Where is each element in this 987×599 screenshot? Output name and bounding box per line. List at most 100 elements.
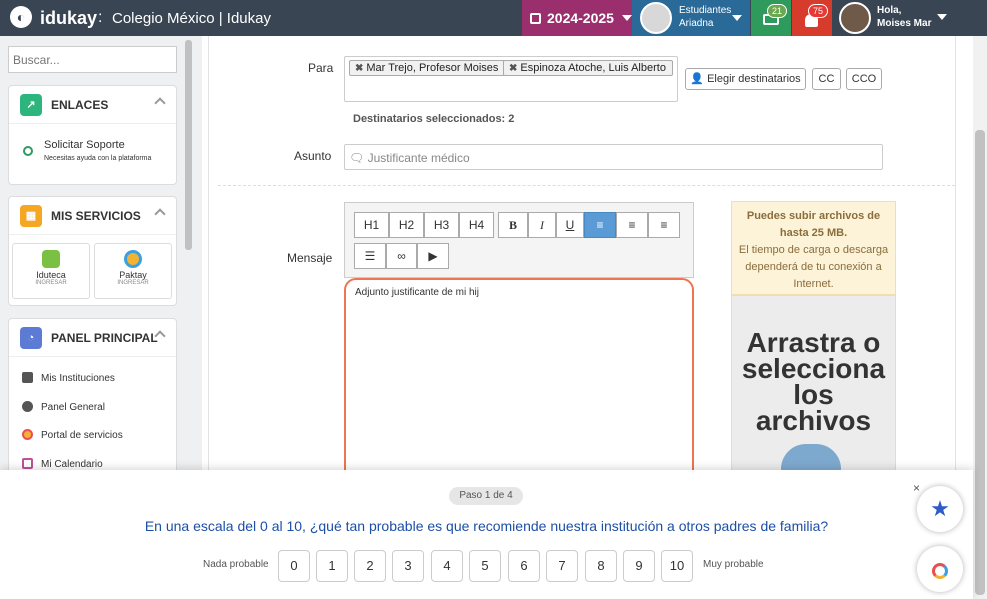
lifebuoy-icon	[23, 146, 33, 156]
sidebar-item-calendario[interactable]: Mi Calendario	[22, 458, 103, 470]
chevron-up-icon[interactable]	[154, 97, 166, 109]
star-icon: ★	[930, 496, 950, 521]
student-name: Ariadna	[679, 18, 714, 29]
panel-principal-header[interactable]: ◔ PANEL PRINCIPAL	[9, 319, 176, 357]
high-label: Muy probable	[703, 559, 764, 570]
calendar-icon	[22, 458, 33, 469]
sidebar-item-label: Mis Instituciones	[41, 373, 115, 384]
score-2[interactable]: 2	[354, 550, 386, 582]
chevron-down-icon	[937, 14, 947, 20]
survey-step: Paso 1 de 4	[449, 487, 523, 505]
score-5[interactable]: 5	[469, 550, 501, 582]
align-left-icon[interactable]: ≡	[584, 212, 616, 238]
sidebar-item-label: Mi Calendario	[41, 459, 103, 470]
enlaces-title: ENLACES	[51, 98, 109, 112]
paktay-icon	[124, 250, 142, 268]
bold-button[interactable]: B	[498, 212, 528, 238]
list-icon[interactable]: ☰	[354, 243, 386, 269]
calendar-icon	[530, 13, 541, 24]
student-selector[interactable]: Estudiantes Ariadna	[632, 0, 750, 36]
remove-icon[interactable]: ✖	[355, 63, 363, 74]
h3-button[interactable]: H3	[424, 212, 459, 238]
italic-button[interactable]: I	[528, 212, 556, 238]
support-link[interactable]: Solicitar Soporte	[44, 139, 125, 151]
page-scrollbar[interactable]	[973, 36, 987, 599]
close-icon[interactable]: ×	[913, 481, 920, 495]
choose-recipients-label: Elegir destinatarios	[707, 73, 801, 85]
choose-recipients-button[interactable]: 👤 Elegir destinatarios	[685, 68, 806, 90]
subject-input[interactable]: 🗨 Justificante médico	[344, 144, 883, 170]
paktay-tile[interactable]: Paktay INGRESAR	[94, 243, 172, 299]
remove-icon[interactable]: ✖	[509, 63, 517, 74]
paktay-label: Paktay	[119, 270, 147, 280]
student-avatar	[640, 2, 672, 34]
video-icon[interactable]: ▶	[417, 243, 449, 269]
underline-button[interactable]: U	[556, 212, 584, 238]
school-name: Colegio México | Idukay	[112, 10, 271, 27]
user-name: Moises Mar	[877, 18, 932, 29]
score-10[interactable]: 10	[661, 550, 693, 582]
iduteca-tile[interactable]: Iduteca INGRESAR	[12, 243, 90, 299]
year-selector[interactable]: 2024-2025	[522, 0, 632, 36]
h2-button[interactable]: H2	[389, 212, 424, 238]
chevron-down-icon	[621, 15, 632, 21]
score-1[interactable]: 1	[316, 550, 348, 582]
servicios-header[interactable]: ▦ MIS SERVICIOS	[9, 197, 176, 235]
sidebar-item-instituciones[interactable]: Mis Instituciones	[22, 372, 115, 384]
brand-name: idukay	[40, 8, 98, 28]
notifications-button[interactable]: 75	[792, 0, 832, 36]
sidebar-item-panel-general[interactable]: Panel General	[22, 401, 105, 413]
institution-icon	[22, 372, 33, 383]
idukay-logo[interactable]: ◐	[10, 6, 32, 28]
enlaces-header[interactable]: ↗ ENLACES	[9, 86, 176, 124]
para-label: Para	[308, 61, 334, 75]
score-8[interactable]: 8	[585, 550, 617, 582]
user-menu[interactable]: Hola, Moises Mar	[833, 0, 955, 36]
iduteca-sub: INGRESAR	[35, 280, 67, 286]
year-label: 2024-2025	[547, 10, 614, 26]
panel-principal: ◔ PANEL PRINCIPAL	[8, 318, 177, 478]
score-9[interactable]: 9	[623, 550, 655, 582]
recipient-name: Mar Trejo, Profesor Moises	[366, 62, 499, 74]
speech-bubble-icon: 🗨	[349, 151, 365, 165]
iduteca-label: Iduteca	[36, 270, 66, 280]
h1-button[interactable]: H1	[354, 212, 389, 238]
low-label: Nada probable	[203, 559, 269, 570]
user-greeting: Hola,	[877, 5, 902, 16]
students-label: Estudiantes	[679, 5, 732, 16]
help-button[interactable]	[917, 546, 963, 592]
align-right-icon[interactable]: ≡	[648, 212, 680, 238]
score-4[interactable]: 4	[431, 550, 463, 582]
paktay-icon	[932, 563, 948, 579]
recipient-chip[interactable]: ✖ Mar Trejo, Profesor Moises	[349, 60, 506, 76]
h4-button[interactable]: H4	[459, 212, 494, 238]
cc-button[interactable]: CC	[812, 68, 841, 90]
sidebar-item-portal[interactable]: Portal de servicios	[22, 429, 123, 441]
score-3[interactable]: 3	[392, 550, 424, 582]
servicios-panel: ▦ MIS SERVICIOS Iduteca INGRESAR Paktay …	[8, 196, 177, 306]
recipient-chip[interactable]: ✖ Espinoza Atoche, Luis Alberto	[503, 60, 673, 76]
divider	[218, 185, 955, 186]
user-icon: 👤	[690, 73, 705, 85]
brand-separator: :	[98, 9, 103, 26]
favorites-button[interactable]: ★	[917, 486, 963, 532]
external-link-icon: ↗	[20, 94, 42, 116]
align-center-icon[interactable]: ≡	[616, 212, 648, 238]
chevron-up-icon[interactable]	[154, 208, 166, 220]
portal-icon	[22, 429, 33, 440]
sidebar-item-label: Panel General	[41, 402, 105, 413]
score-6[interactable]: 6	[508, 550, 540, 582]
sidebar-search-input[interactable]	[8, 46, 177, 73]
upload-info-text: El tiempo de carga o descarga dependerá …	[738, 244, 889, 290]
page-scrollbar-thumb[interactable]	[975, 130, 985, 595]
score-0[interactable]: 0	[278, 550, 310, 582]
upload-info-title: Puedes subir archivos de hasta 25 MB.	[746, 210, 881, 239]
messages-button[interactable]: 21	[751, 0, 791, 36]
cco-button[interactable]: CCO	[846, 68, 882, 90]
link-icon[interactable]: ∞	[386, 243, 417, 269]
support-link-subtitle: Necesitas ayuda con la plataforma	[44, 155, 152, 162]
sidebar-scrollbar[interactable]	[185, 40, 192, 250]
selected-count: Destinatarios seleccionados: 2	[353, 113, 515, 125]
score-7[interactable]: 7	[546, 550, 578, 582]
dashboard-icon: ◔	[20, 327, 42, 349]
